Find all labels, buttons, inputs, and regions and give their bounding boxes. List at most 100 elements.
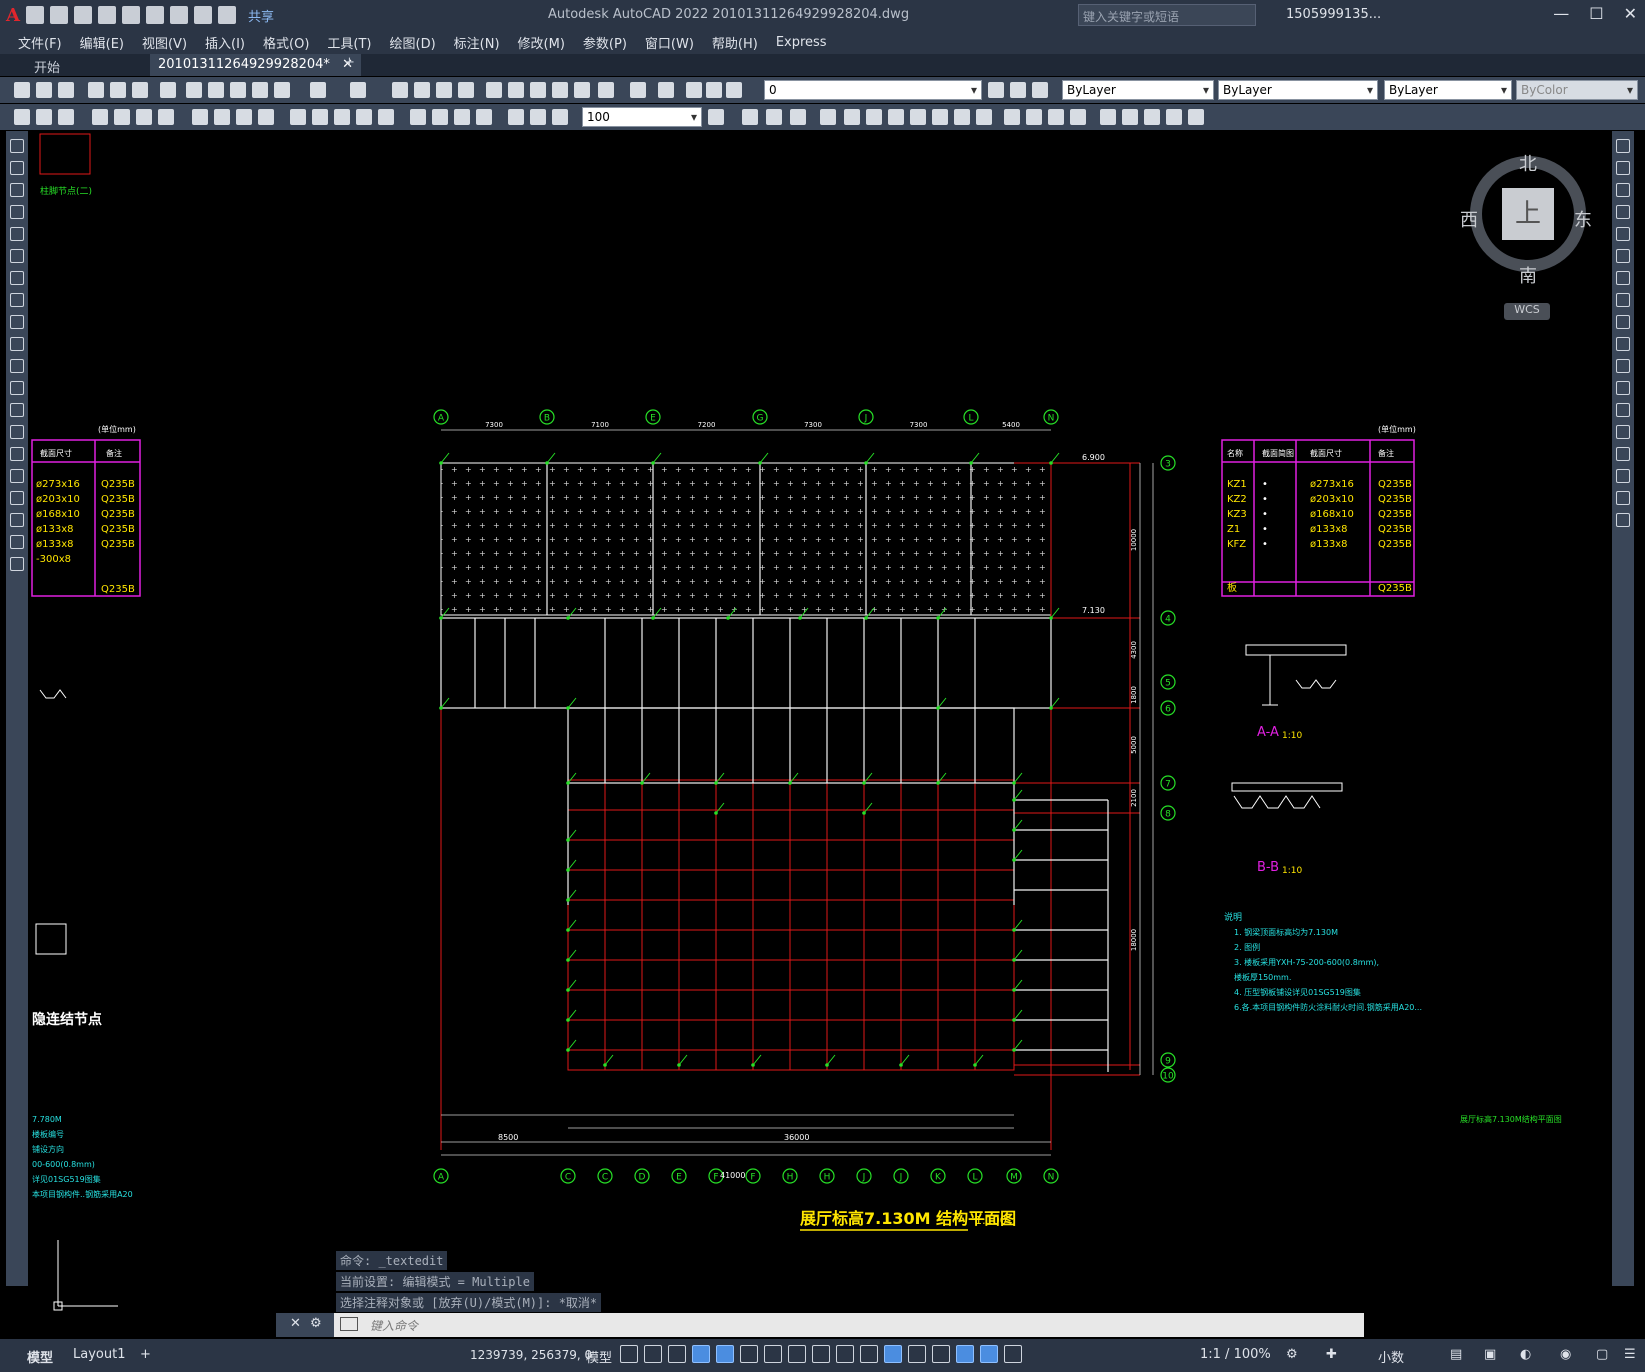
- stretch-icon[interactable]: [1616, 315, 1630, 329]
- model-space-toggle[interactable]: 模型: [586, 1347, 612, 1366]
- dim-space-icon[interactable]: [356, 109, 372, 125]
- menu-insert[interactable]: 插入(I): [205, 33, 245, 52]
- gradient-icon[interactable]: [10, 469, 24, 483]
- dim-text-edit-icon[interactable]: [530, 109, 546, 125]
- break-point-icon[interactable]: [1616, 381, 1630, 395]
- zoom-previous-icon[interactable]: [458, 82, 474, 98]
- paste-icon[interactable]: [230, 82, 246, 98]
- transparency-icon[interactable]: [836, 1345, 854, 1363]
- modify-16-icon[interactable]: [1100, 109, 1116, 125]
- layer-tool-icon[interactable]: [58, 109, 74, 125]
- redo-icon[interactable]: [217, 6, 236, 24]
- markup-icon[interactable]: [574, 82, 590, 98]
- modify-18-icon[interactable]: [1144, 109, 1160, 125]
- infer-icon[interactable]: [668, 1345, 686, 1363]
- redo-icon[interactable]: [350, 82, 366, 98]
- jogged-linear-icon[interactable]: [476, 109, 492, 125]
- inspect-icon[interactable]: [454, 109, 470, 125]
- modify-10-icon[interactable]: [954, 109, 970, 125]
- isodraft-icon[interactable]: [740, 1345, 758, 1363]
- modify-8-icon[interactable]: [910, 109, 926, 125]
- compass-west[interactable]: 西: [1460, 206, 1478, 232]
- trim-icon[interactable]: [1616, 337, 1630, 351]
- annotation-monitor-icon[interactable]: ✚: [1326, 1347, 1337, 1362]
- add-layout-icon[interactable]: +: [140, 1347, 151, 1362]
- add-selected-icon[interactable]: [10, 557, 24, 571]
- polar-icon[interactable]: [716, 1345, 734, 1363]
- menu-dimension[interactable]: 标注(N): [454, 33, 500, 52]
- calculator-icon[interactable]: [598, 82, 614, 98]
- annotation-scale[interactable]: 1:1 / 100%: [1200, 1347, 1271, 1362]
- menu-parametric[interactable]: 参数(P): [583, 33, 627, 52]
- cut-icon[interactable]: [186, 82, 202, 98]
- dim-edit-icon[interactable]: [508, 109, 524, 125]
- dim-style-icon[interactable]: [708, 109, 724, 125]
- plot-icon[interactable]: [88, 82, 104, 98]
- tab-drawing[interactable]: 20101311264929928204* ✕: [150, 54, 361, 76]
- modify-9-icon[interactable]: [932, 109, 948, 125]
- construction-line-icon[interactable]: [10, 161, 24, 175]
- blockeditor-icon[interactable]: [274, 82, 290, 98]
- menu-express[interactable]: Express: [776, 35, 827, 50]
- grid-icon[interactable]: [620, 1345, 638, 1363]
- ortho-icon[interactable]: [692, 1345, 710, 1363]
- fillet-icon[interactable]: [1616, 469, 1630, 483]
- units-select[interactable]: 小数: [1378, 1347, 1404, 1366]
- osnap-icon[interactable]: [788, 1345, 806, 1363]
- continue-dim-icon[interactable]: [334, 109, 350, 125]
- close-icon[interactable]: ✕: [1624, 4, 1637, 23]
- ellipse-arc-icon[interactable]: [10, 359, 24, 373]
- explode-icon[interactable]: [1616, 513, 1630, 527]
- ellipse-icon[interactable]: [10, 337, 24, 351]
- 3d-osnap-icon[interactable]: [884, 1345, 902, 1363]
- clean-screen-icon[interactable]: ▢: [1596, 1347, 1608, 1362]
- user-account[interactable]: 1505999135...: [1286, 7, 1381, 22]
- line-icon[interactable]: [10, 139, 24, 153]
- jogged-dim-icon[interactable]: [214, 109, 230, 125]
- save-as-icon[interactable]: [97, 6, 116, 24]
- save-icon[interactable]: [58, 82, 74, 98]
- compass-south[interactable]: 南: [1519, 262, 1537, 288]
- layer-state-icon[interactable]: [1032, 82, 1048, 98]
- menu-help[interactable]: 帮助(H): [712, 33, 758, 52]
- rotate-icon[interactable]: [1616, 271, 1630, 285]
- menu-edit[interactable]: 编辑(E): [80, 33, 124, 52]
- zoom-realtime-icon[interactable]: [414, 82, 430, 98]
- circle-icon[interactable]: [10, 271, 24, 285]
- layer-freeze-icon[interactable]: [706, 82, 722, 98]
- selection-filter-icon[interactable]: [932, 1345, 950, 1363]
- extend-icon[interactable]: [1616, 359, 1630, 373]
- attdef-icon[interactable]: [36, 109, 52, 125]
- compass-north[interactable]: 北: [1519, 150, 1537, 176]
- radius-dim-icon[interactable]: [192, 109, 208, 125]
- drawing-canvas[interactable]: +: [28, 131, 1612, 1339]
- center-mark-icon[interactable]: [432, 109, 448, 125]
- mirror-icon[interactable]: [1616, 183, 1630, 197]
- menu-view[interactable]: 视图(V): [142, 33, 187, 52]
- lineweight-icon[interactable]: [812, 1345, 830, 1363]
- chamfer-icon[interactable]: [1616, 447, 1630, 461]
- compass-east[interactable]: 东: [1574, 206, 1592, 232]
- rectangle-icon[interactable]: [10, 227, 24, 241]
- modify-7-icon[interactable]: [888, 109, 904, 125]
- make-current-icon[interactable]: [988, 82, 1004, 98]
- customization-menu-icon[interactable]: ☰: [1624, 1347, 1636, 1362]
- angular-dim-icon[interactable]: [258, 109, 274, 125]
- quick-properties-icon[interactable]: ▤: [1450, 1347, 1462, 1362]
- array-icon[interactable]: [1616, 227, 1630, 241]
- region-icon[interactable]: [10, 491, 24, 505]
- table-icon[interactable]: [10, 513, 24, 527]
- maximize-icon[interactable]: ☐: [1589, 4, 1603, 23]
- color-select[interactable]: ByLayer: [1062, 80, 1214, 100]
- modify-5-icon[interactable]: [844, 109, 860, 125]
- lock-ui-icon[interactable]: ▣: [1484, 1347, 1496, 1362]
- auto-scale-icon[interactable]: [1004, 1345, 1022, 1363]
- gizmo-icon[interactable]: [956, 1345, 974, 1363]
- layer-lock-icon[interactable]: [726, 82, 742, 98]
- dim-break-icon[interactable]: [378, 109, 394, 125]
- viewcube-top-face[interactable]: 上: [1502, 188, 1554, 240]
- modify-13-icon[interactable]: [1026, 109, 1042, 125]
- coordinate-readout[interactable]: 1239739, 256379, 0: [470, 1348, 592, 1362]
- autocad-logo-icon[interactable]: A: [6, 5, 20, 26]
- modify-17-icon[interactable]: [1122, 109, 1138, 125]
